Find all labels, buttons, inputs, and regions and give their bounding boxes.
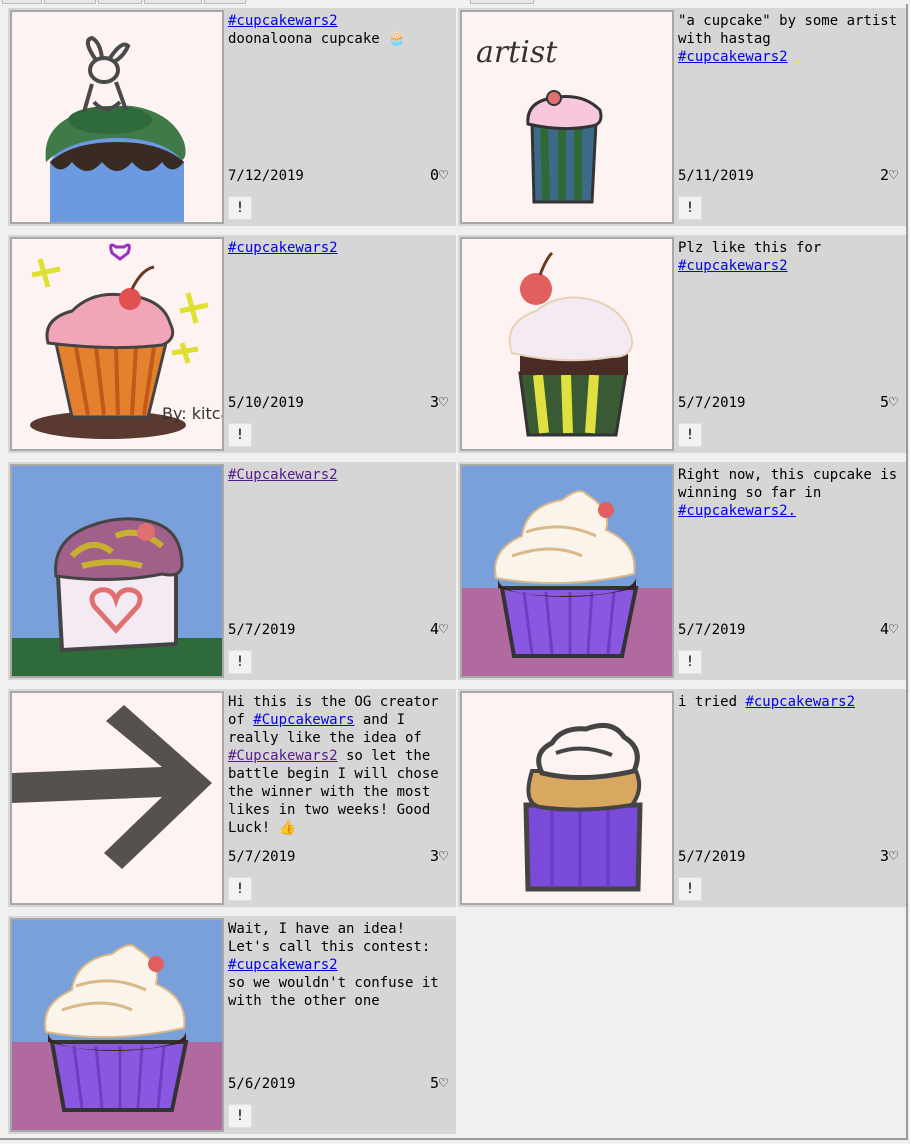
like-button[interactable]: 2♡: [880, 166, 898, 184]
drawing-thumbnail[interactable]: artist: [460, 10, 674, 224]
like-button[interactable]: 5♡: [880, 393, 898, 411]
report-button[interactable]: !: [678, 423, 702, 447]
post-date: 5/7/2019: [678, 395, 746, 411]
report-button[interactable]: !: [228, 196, 252, 220]
cupcake-drawing-swirl: [462, 466, 672, 676]
hashtag-link[interactable]: #Cupcakewars2: [228, 467, 338, 483]
drawing-thumbnail[interactable]: By: kitcat: [10, 237, 224, 451]
cupcake-drawing-striped: [462, 239, 672, 449]
svg-text:By: kitcat: By: kitcat: [162, 404, 222, 423]
drawing-thumbnail[interactable]: [10, 918, 224, 1132]
post-caption: i tried #cupcakewars2: [678, 694, 856, 710]
report-button[interactable]: !: [678, 650, 702, 674]
cupcake-drawing-artist: artist: [462, 12, 672, 222]
post-date: 7/12/2019: [228, 168, 304, 184]
post-date: 5/10/2019: [228, 395, 304, 411]
report-button[interactable]: !: [228, 1104, 252, 1128]
report-button[interactable]: !: [678, 196, 702, 220]
post-card: Wait, I have an idea! Let's call this co…: [8, 916, 456, 1134]
hashtag-link[interactable]: #cupcakewars2: [228, 957, 338, 973]
cupcake-drawing-kitcat: By: kitcat: [12, 239, 222, 449]
cupcake-drawing-heart: [12, 466, 222, 676]
post-card: Plz like this for #cupcakewars2 5/7/2019…: [458, 235, 906, 453]
hashtag-link[interactable]: #cupcakewars2: [745, 694, 855, 710]
drawing-thumbnail[interactable]: [460, 464, 674, 678]
post-caption: "a cupcake" by some artist with hastag #…: [678, 13, 898, 65]
post-card: By: kitcat #cupcakewars2 5/10/2019 3♡ !: [8, 235, 456, 453]
hashtag-link[interactable]: #cupcakewars2: [228, 240, 338, 256]
post-caption: Wait, I have an idea! Let's call this co…: [228, 921, 439, 1009]
hashtag-link[interactable]: #Cupcakewars: [253, 712, 354, 728]
post-date: 5/7/2019: [678, 849, 746, 865]
post-card: #Cupcakewars2 5/7/2019 4♡ !: [8, 462, 456, 680]
like-button[interactable]: 3♡: [430, 847, 448, 865]
post-caption: #Cupcakewars2: [228, 466, 450, 484]
hashtag-link[interactable]: #cupcakewars2: [678, 258, 788, 274]
cupcake-drawing-swirl: [12, 920, 222, 1130]
post-card: Right now, this cupcake is winning so fa…: [458, 462, 906, 680]
post-card: Hi this is the OG creator of #Cupcakewar…: [8, 689, 456, 907]
like-button[interactable]: 4♡: [880, 620, 898, 638]
report-button[interactable]: !: [678, 877, 702, 901]
post-card: i tried #cupcakewars2 5/7/2019 3♡ !: [458, 689, 906, 907]
drawing-thumbnail[interactable]: [10, 691, 224, 905]
like-button[interactable]: 3♡: [430, 393, 448, 411]
svg-text:artist: artist: [476, 35, 558, 70]
post-caption: Plz like this for #cupcakewars2: [678, 240, 822, 274]
report-button[interactable]: !: [228, 877, 252, 901]
drawing-thumbnail[interactable]: [460, 237, 674, 451]
like-button[interactable]: 0♡: [430, 166, 448, 184]
post-caption: Hi this is the OG creator of #Cupcakewar…: [228, 694, 448, 836]
post-caption: #cupcakewars2: [228, 239, 450, 257]
post-date: 5/11/2019: [678, 168, 754, 184]
report-button[interactable]: !: [228, 423, 252, 447]
like-button[interactable]: 5♡: [430, 1074, 448, 1092]
cupcake-drawing-purple: [462, 693, 672, 903]
drawing-thumbnail[interactable]: [10, 10, 224, 224]
drawing-thumbnail[interactable]: [460, 691, 674, 905]
like-button[interactable]: 4♡: [430, 620, 448, 638]
drawing-thumbnail[interactable]: [10, 464, 224, 678]
post-card: #cupcakewars2 doonaloona cupcake 🧁 7/12/…: [8, 8, 456, 226]
hashtag-link[interactable]: #cupcakewars2: [228, 13, 338, 29]
post-date: 5/7/2019: [228, 849, 296, 865]
hashtag-link[interactable]: #cupcakewars2.: [678, 503, 796, 519]
like-button[interactable]: 3♡: [880, 847, 898, 865]
arrow-drawing: [12, 693, 222, 903]
post-caption: #cupcakewars2 doonaloona cupcake 🧁: [228, 13, 406, 47]
report-button[interactable]: !: [228, 650, 252, 674]
hashtag-link[interactable]: #Cupcakewars2: [228, 748, 338, 764]
post-caption: Right now, this cupcake is winning so fa…: [678, 467, 898, 519]
post-date: 5/6/2019: [228, 1076, 296, 1092]
post-date: 5/7/2019: [678, 622, 746, 638]
post-date: 5/7/2019: [228, 622, 296, 638]
hashtag-link[interactable]: #cupcakewars2: [678, 49, 788, 65]
post-card: artist "a cupcake" by some artist with h…: [458, 8, 906, 226]
cupcake-drawing-bunny: [12, 12, 222, 222]
